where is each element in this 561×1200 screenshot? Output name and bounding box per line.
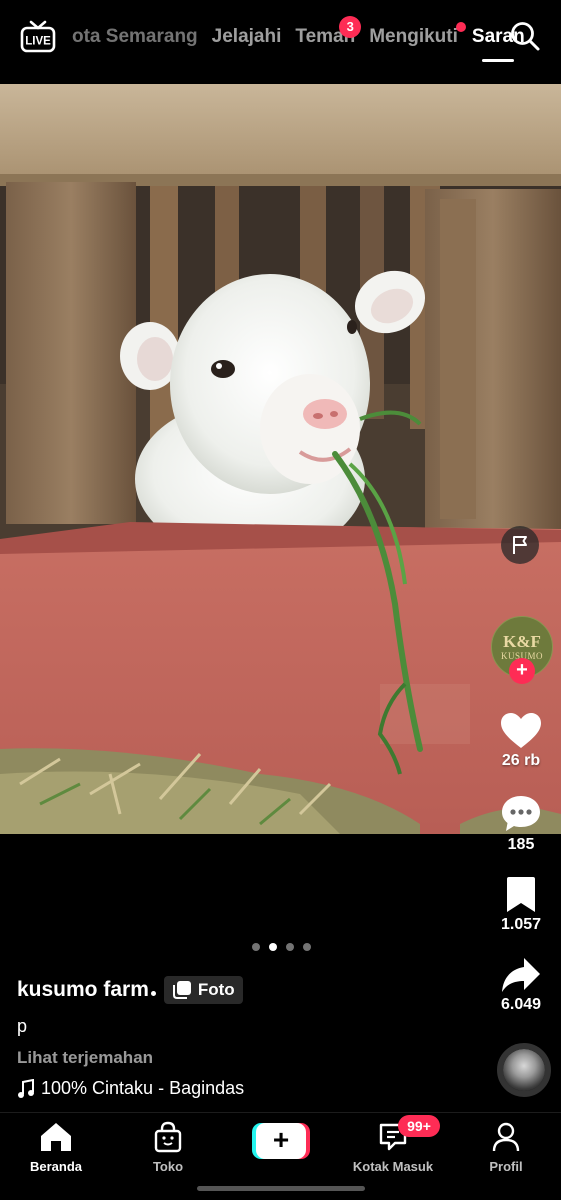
home-icon bbox=[41, 1123, 71, 1151]
top-navigation: LIVE ota Semarang Jelajahi Teman 3 Mengik… bbox=[0, 0, 561, 84]
shop-label: Toko bbox=[152, 1159, 184, 1174]
tab-inbox[interactable]: Kotak Masuk 99+ bbox=[338, 1115, 448, 1174]
comment-count: 185 bbox=[507, 836, 535, 853]
heart-icon bbox=[501, 713, 541, 748]
tab-label: ota Semarang bbox=[72, 26, 198, 47]
profile-label: Profil bbox=[489, 1159, 523, 1174]
create-post-button[interactable]: + bbox=[252, 1123, 310, 1159]
inbox-label: Kotak Masuk bbox=[352, 1159, 434, 1174]
tab-home[interactable]: Beranda bbox=[1, 1121, 111, 1174]
share-count: 6.049 bbox=[500, 996, 542, 1013]
tab-mengikuti[interactable]: Mengikuti bbox=[369, 22, 466, 48]
follow-button[interactable]: + bbox=[509, 658, 535, 684]
carousel-dot bbox=[252, 943, 260, 951]
bookmark-icon bbox=[507, 877, 535, 912]
post-photo[interactable] bbox=[0, 84, 561, 834]
music-row[interactable]: 100% Cintaku - Bagindas bbox=[17, 1078, 477, 1099]
separator-dot bbox=[150, 990, 156, 996]
album-cover bbox=[503, 1049, 545, 1091]
search-icon[interactable] bbox=[509, 20, 541, 52]
comment-button[interactable]: 185 bbox=[481, 794, 561, 854]
comment-icon bbox=[502, 796, 540, 831]
creator-avatar-button[interactable]: K&F KUSUMO + bbox=[491, 616, 553, 684]
music-disc[interactable] bbox=[497, 1043, 551, 1097]
carousel-dot-active bbox=[269, 943, 277, 951]
post-description: p bbox=[17, 1016, 28, 1036]
lamb-photo-illustration bbox=[0, 84, 561, 834]
tab-shop[interactable]: Toko bbox=[113, 1121, 223, 1174]
carousel-indicator bbox=[252, 943, 320, 951]
tab-kota-semarang[interactable]: ota Semarang bbox=[72, 26, 198, 48]
profile-icon bbox=[492, 1122, 520, 1152]
tab-profile[interactable]: Profil bbox=[451, 1121, 561, 1174]
carousel-dot bbox=[303, 943, 311, 951]
teman-badge: 3 bbox=[339, 16, 362, 38]
home-indicator bbox=[197, 1186, 365, 1191]
shopping-bag-icon bbox=[154, 1121, 182, 1153]
live-label: LIVE bbox=[25, 36, 51, 48]
live-icon[interactable]: LIVE bbox=[20, 18, 56, 54]
author-row: kusumo farm Foto bbox=[17, 974, 477, 1006]
like-button[interactable]: 26 rb bbox=[481, 712, 561, 770]
bookmark-button[interactable]: 1.057 bbox=[481, 876, 561, 934]
inbox-badge: 99+ bbox=[398, 1115, 440, 1137]
avatar-logo-text: K&F bbox=[503, 632, 541, 651]
bookmark-count: 1.057 bbox=[500, 916, 542, 933]
flag-icon bbox=[513, 536, 527, 554]
like-count: 26 rb bbox=[501, 752, 541, 769]
share-button[interactable]: 6.049 bbox=[481, 956, 561, 1014]
post-type-label: Foto bbox=[197, 980, 235, 999]
new-content-dot bbox=[455, 22, 466, 32]
music-note-icon bbox=[18, 1078, 34, 1098]
author-name[interactable]: kusumo farm bbox=[17, 978, 149, 1002]
tab-label: Jelajahi bbox=[211, 26, 282, 47]
tab-label: Mengikuti bbox=[369, 26, 458, 47]
see-translation-link[interactable]: Lihat terjemahan bbox=[17, 1048, 477, 1068]
post-caption: kusumo farm Foto p Lihat terjemahan 100%… bbox=[17, 974, 477, 1099]
tab-jelajahi[interactable]: Jelajahi bbox=[212, 26, 282, 48]
home-label: Beranda bbox=[29, 1159, 83, 1174]
report-button[interactable] bbox=[501, 526, 539, 564]
photo-type-chip: Foto bbox=[163, 976, 243, 1004]
music-title: 100% Cintaku - Bagindas bbox=[41, 1078, 245, 1098]
feed-tabs: ota Semarang Jelajahi Teman 3 Mengikuti S… bbox=[72, 16, 539, 52]
share-arrow-icon bbox=[502, 958, 540, 992]
tab-teman[interactable]: Teman 3 bbox=[295, 16, 362, 48]
plus-icon: + bbox=[256, 1123, 306, 1159]
carousel-dot bbox=[286, 943, 294, 951]
photo-stack-icon bbox=[172, 981, 191, 999]
